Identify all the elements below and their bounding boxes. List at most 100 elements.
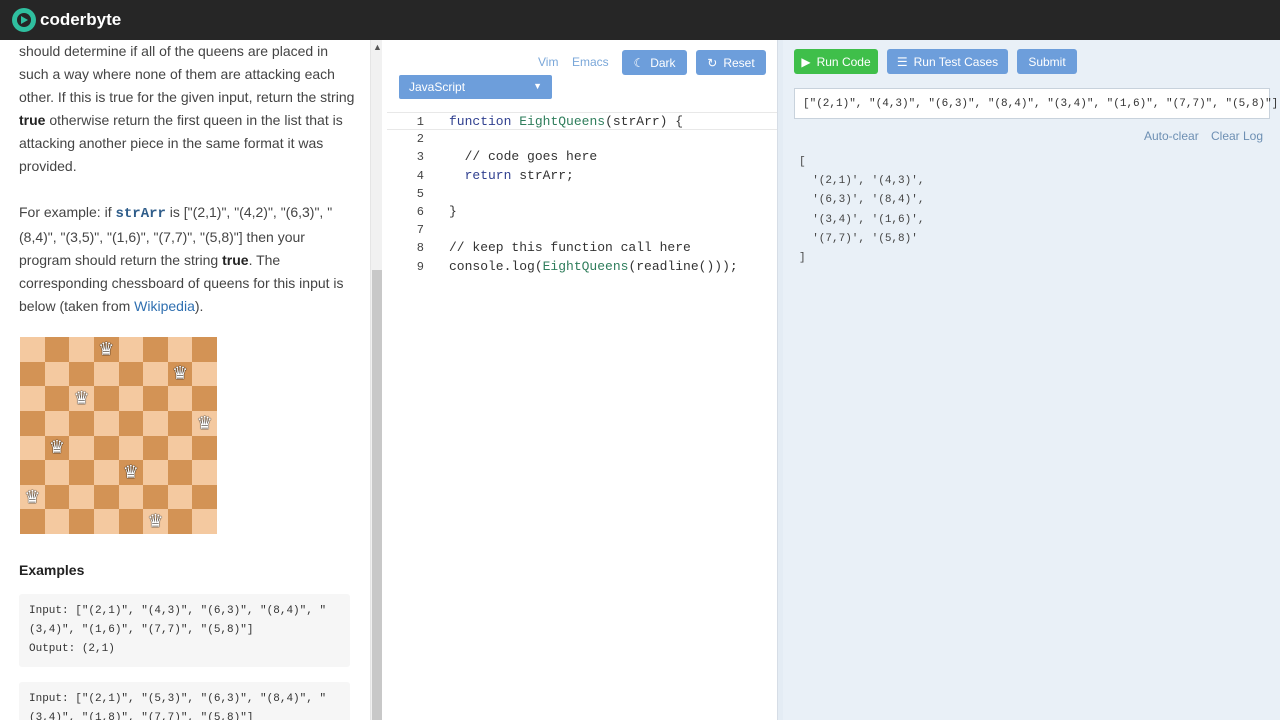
vim-mode-link[interactable]: Vim [538, 55, 558, 69]
scrollbar-thumb[interactable] [372, 270, 382, 720]
queen-icon: ♛ [73, 388, 90, 409]
board-square [20, 509, 45, 534]
board-square [69, 509, 94, 534]
emacs-mode-link[interactable]: Emacs [572, 55, 609, 69]
board-square [192, 386, 217, 411]
board-square [44, 337, 70, 362]
code-line[interactable]: 3 // code goes here [387, 148, 777, 166]
code-area[interactable]: 1 function EightQueens(strArr) { 2 3 // c… [387, 112, 777, 276]
board-square [143, 337, 168, 362]
chessboard-image: ♛ ♛ ♛ ♛ ♛ ♛ ♛ ♛ [20, 337, 217, 534]
board-square [167, 460, 193, 485]
code-editor-panel: Vim Emacs ☾ Dark ↻ Reset JavaScript ▼ 1 fun… [387, 40, 777, 720]
description-paragraph-2: For example: if strArr is ["(2,1)", "(4,… [19, 204, 344, 314]
code-line[interactable]: 2 [387, 130, 777, 148]
queen-icon: ♛ [48, 437, 65, 458]
board-square [192, 460, 217, 485]
brand-name[interactable]: coderbyte [40, 10, 121, 30]
code-line[interactable]: 7 [387, 221, 777, 239]
reset-button[interactable]: ↻ Reset [696, 50, 766, 75]
board-square [192, 484, 217, 510]
auto-clear-link[interactable]: Auto-clear [1144, 129, 1199, 143]
top-bar: coderbyte [0, 0, 1280, 40]
board-square [69, 460, 94, 485]
board-square [192, 435, 217, 461]
board-square [93, 460, 119, 485]
coderbyte-logo-icon[interactable] [12, 8, 36, 32]
reset-icon: ↻ [707, 55, 718, 70]
queen-icon: ♛ [122, 461, 139, 482]
queen-icon: ♛ [196, 412, 213, 433]
board-square: ♛ [167, 361, 193, 387]
board-square [20, 361, 45, 387]
board-square [118, 435, 144, 461]
caret-down-icon: ▼ [533, 81, 542, 91]
board-square: ♛ [192, 410, 217, 436]
board-square [192, 361, 217, 387]
board-square [93, 484, 119, 510]
board-square [44, 386, 70, 411]
board-square [69, 410, 94, 436]
board-square [44, 361, 70, 387]
board-square: ♛ [93, 337, 119, 362]
board-square [20, 386, 45, 411]
board-square: ♛ [69, 386, 94, 411]
board-square [118, 361, 144, 387]
language-select[interactable]: JavaScript ▼ [399, 75, 552, 99]
test-list-icon: ☰ [896, 54, 908, 69]
board-square [167, 435, 193, 461]
run-code-button[interactable]: ▶ Run Code [794, 49, 878, 74]
board-square [143, 361, 168, 387]
board-square [118, 337, 144, 362]
board-square [143, 435, 168, 461]
wikipedia-link[interactable]: Wikipedia [134, 298, 195, 314]
scroll-up-icon[interactable]: ▲ [373, 42, 382, 52]
console-output: [ '(2,1)', '(4,3)', '(6,3)', '(8,4)', '(… [799, 156, 925, 265]
play-icon: ▶ [801, 54, 811, 69]
board-square [167, 509, 193, 534]
submit-button[interactable]: Submit [1017, 49, 1077, 74]
code-line[interactable]: 1 function EightQueens(strArr) { [387, 112, 777, 131]
board-square [118, 484, 144, 510]
board-square [192, 337, 217, 362]
board-square [143, 484, 168, 510]
moon-icon: ☾ [633, 55, 645, 70]
challenge-description-panel: should determine if all of the queens ar… [0, 40, 370, 720]
code-line[interactable]: 8// keep this function call here [387, 239, 777, 257]
description-paragraph-1: should determine if all of the queens ar… [19, 43, 355, 174]
code-line[interactable]: 4 return strArr; [387, 167, 777, 185]
board-square [93, 410, 119, 436]
dark-mode-button[interactable]: ☾ Dark [622, 50, 687, 75]
code-line[interactable]: 6} [387, 203, 777, 221]
board-square [69, 337, 94, 362]
board-square [44, 410, 70, 436]
code-line[interactable]: 9 console.log(EightQueens(readline())); [387, 258, 777, 276]
board-square [192, 509, 217, 534]
queen-icon: ♛ [24, 486, 41, 507]
board-square [20, 460, 45, 485]
board-square [143, 386, 168, 411]
clear-log-link[interactable]: Clear Log [1211, 129, 1263, 143]
description-scrollbar[interactable]: ▲ [370, 40, 382, 720]
board-square [167, 410, 193, 436]
example-box-1: Input: ["(2,1)", "(4,3)", "(6,3)", "(8,4… [19, 594, 350, 667]
examples-heading: Examples [19, 562, 85, 578]
board-square [93, 361, 119, 387]
board-square [69, 361, 94, 387]
custom-input-field[interactable]: ["(2,1)", "(4,3)", "(6,3)", "(8,4)", "(3… [794, 88, 1278, 119]
board-square [118, 509, 144, 534]
board-square [69, 484, 94, 510]
code-line[interactable]: 5 [387, 185, 777, 203]
board-square [143, 410, 168, 436]
board-square [167, 337, 193, 362]
board-square [44, 509, 70, 534]
board-square: ♛ [143, 509, 168, 534]
board-square [118, 386, 144, 411]
board-square [143, 460, 168, 485]
board-square [167, 386, 193, 411]
console-panel: ▶ Run Code ☰ Run Test Cases Submit ["(2,1)… [783, 40, 1280, 720]
board-square [69, 435, 94, 461]
board-square [44, 460, 70, 485]
board-square [20, 435, 45, 461]
run-test-cases-button[interactable]: ☰ Run Test Cases [887, 49, 1008, 74]
